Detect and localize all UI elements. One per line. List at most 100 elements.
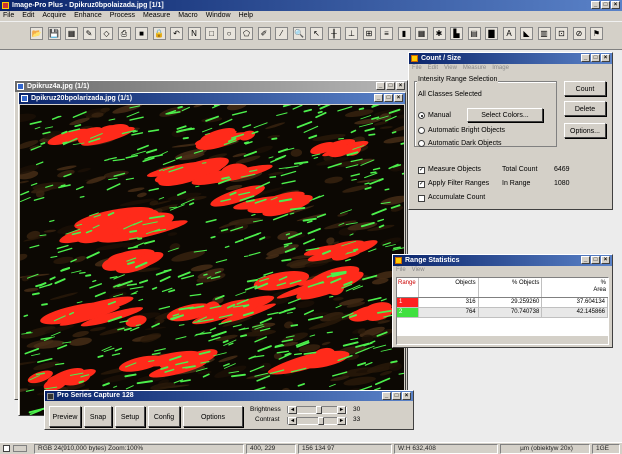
apply-filter-checkbox[interactable]: ✓: [418, 181, 425, 188]
range-stats-close-button[interactable]: ×: [601, 256, 610, 264]
select-colors-button[interactable]: Select Colors...: [467, 108, 543, 122]
delete-button[interactable]: Delete: [564, 101, 606, 116]
magnifier-icon[interactable]: 🔍: [292, 27, 306, 40]
dark-objects-radio[interactable]: [418, 140, 425, 147]
menu-help[interactable]: Help: [239, 11, 253, 21]
range-statistics-window[interactable]: Range Statistics _ □ × File View Range O…: [392, 254, 613, 348]
capture-minimize-button[interactable]: _: [382, 392, 391, 400]
contrast-slider[interactable]: ◂ ▸: [287, 417, 347, 425]
rs-menu-file[interactable]: File: [396, 266, 406, 275]
open-icon[interactable]: 📂: [30, 27, 43, 40]
lock-icon[interactable]: 🔒: [152, 27, 166, 40]
range-stats-minimize-button[interactable]: _: [581, 256, 590, 264]
freehand-icon[interactable]: ✐: [257, 27, 271, 40]
grid2-icon[interactable]: ▦: [415, 27, 428, 40]
bg-minimize-button[interactable]: _: [376, 82, 385, 90]
count-button[interactable]: Count: [564, 81, 606, 96]
menu-measure[interactable]: Measure: [143, 11, 170, 21]
cs-menu-edit[interactable]: Edit: [428, 64, 438, 73]
count-size-minimize-button[interactable]: _: [581, 54, 590, 62]
intensity-range-label: Intensity Range Selection: [417, 76, 499, 83]
pen-icon[interactable]: ✎: [82, 27, 96, 40]
range-stats-maximize-button[interactable]: □: [591, 256, 600, 264]
image-window[interactable]: Dpikruz20bpolarizada.jpg (1/1) _ □ ×: [18, 92, 406, 416]
save-icon[interactable]: 💾: [47, 27, 61, 40]
menu-file[interactable]: File: [3, 11, 14, 21]
options-button[interactable]: Options...: [564, 123, 606, 138]
brightness-left-arrow[interactable]: ◂: [288, 406, 297, 414]
measure-objects-checkbox[interactable]: ✓: [418, 167, 425, 174]
histogram-icon[interactable]: ▮: [397, 27, 411, 40]
snap-button[interactable]: Snap: [84, 406, 112, 427]
bars-icon[interactable]: ▙: [450, 27, 463, 40]
print-icon[interactable]: ⎙: [117, 27, 131, 40]
report-icon[interactable]: ⊡: [555, 27, 568, 40]
menu-edit[interactable]: Edit: [22, 11, 34, 21]
count-size-dialog[interactable]: Count / Size _ □ × File Edit View Measur…: [408, 52, 613, 210]
new-icon[interactable]: N: [187, 27, 201, 40]
count-size-close-button[interactable]: ×: [601, 54, 610, 62]
capture-close-button[interactable]: ×: [402, 392, 411, 400]
accumulate-count-checkbox[interactable]: [418, 195, 425, 202]
table-icon[interactable]: ⊞: [362, 27, 376, 40]
cs-menu-image[interactable]: Image: [492, 64, 509, 73]
setup-button[interactable]: Setup: [115, 406, 145, 427]
line-icon[interactable]: ⁄: [275, 27, 288, 40]
menu-macro[interactable]: Macro: [178, 11, 197, 21]
capture-options-button[interactable]: Options: [183, 406, 243, 427]
image-close-button[interactable]: ×: [394, 94, 403, 102]
minimize-button[interactable]: _: [591, 1, 600, 9]
brightness-thumb[interactable]: [316, 406, 322, 414]
cs-menu-file[interactable]: File: [412, 64, 422, 73]
image-maximize-button[interactable]: □: [384, 94, 393, 102]
range-stats-row[interactable]: 2 764 70.740738 42.145866: [397, 308, 608, 318]
contrast-right-arrow[interactable]: ▸: [337, 417, 346, 425]
range-stats-hscrollbar[interactable]: [397, 335, 608, 344]
menu-enhance[interactable]: Enhance: [74, 11, 102, 21]
color-icon[interactable]: ✱: [432, 27, 446, 40]
brush-icon[interactable]: ◇: [100, 27, 113, 40]
preview-button[interactable]: Preview: [49, 406, 81, 427]
count-size-maximize-button[interactable]: □: [591, 54, 600, 62]
close-button[interactable]: ×: [611, 1, 620, 9]
layers-icon[interactable]: ▥: [537, 27, 551, 40]
filter-icon[interactable]: ≡: [380, 27, 393, 40]
brightness-slider[interactable]: ◂ ▸: [287, 406, 347, 414]
brightness-right-arrow[interactable]: ▸: [337, 406, 346, 414]
red-square-icon[interactable]: ■: [135, 27, 148, 40]
status-coords: 400, 229: [246, 444, 296, 454]
pointer-icon[interactable]: ↖: [310, 27, 323, 40]
capture-panel[interactable]: Pro Series Capture 128 _ □ × Preview Sna…: [44, 390, 414, 430]
ellipse-icon[interactable]: ○: [222, 27, 236, 40]
bright-objects-radio[interactable]: [418, 127, 425, 134]
rectangle-icon[interactable]: □: [205, 27, 218, 40]
bg-close-button[interactable]: ×: [396, 82, 405, 90]
cs-menu-measure[interactable]: Measure: [463, 64, 486, 73]
measure-icon[interactable]: ╫: [327, 27, 341, 40]
grid-icon[interactable]: ▦: [65, 27, 78, 40]
rs-menu-view[interactable]: View: [412, 266, 425, 275]
macro-icon[interactable]: ⚑: [590, 27, 603, 40]
count-icon[interactable]: ◣: [520, 27, 533, 40]
microscope-image[interactable]: [20, 105, 404, 415]
image-minimize-button[interactable]: _: [374, 94, 383, 102]
menu-process[interactable]: Process: [110, 11, 135, 21]
gray-icon[interactable]: ▤: [467, 27, 481, 40]
analysis-icon[interactable]: A: [502, 27, 516, 40]
contrast-thumb[interactable]: [318, 417, 324, 425]
maximize-button[interactable]: □: [601, 1, 610, 9]
capture-maximize-button[interactable]: □: [392, 392, 401, 400]
range-stats-row[interactable]: 1 316 29.259260 37.604134: [397, 298, 608, 308]
menu-acquire[interactable]: Acquire: [42, 11, 66, 21]
calibrate-icon[interactable]: ⊥: [345, 27, 358, 40]
manual-radio[interactable]: [418, 112, 425, 119]
cs-menu-view[interactable]: View: [444, 64, 457, 73]
contrast-left-arrow[interactable]: ◂: [288, 417, 297, 425]
export-icon[interactable]: ⊘: [572, 27, 586, 40]
bg-maximize-button[interactable]: □: [386, 82, 395, 90]
menu-window[interactable]: Window: [206, 11, 231, 21]
config-button[interactable]: Config: [148, 406, 180, 427]
undo-icon[interactable]: ↶: [170, 27, 183, 40]
polygon-icon[interactable]: ⬠: [240, 27, 253, 40]
chart-icon[interactable]: ▇: [485, 27, 498, 40]
